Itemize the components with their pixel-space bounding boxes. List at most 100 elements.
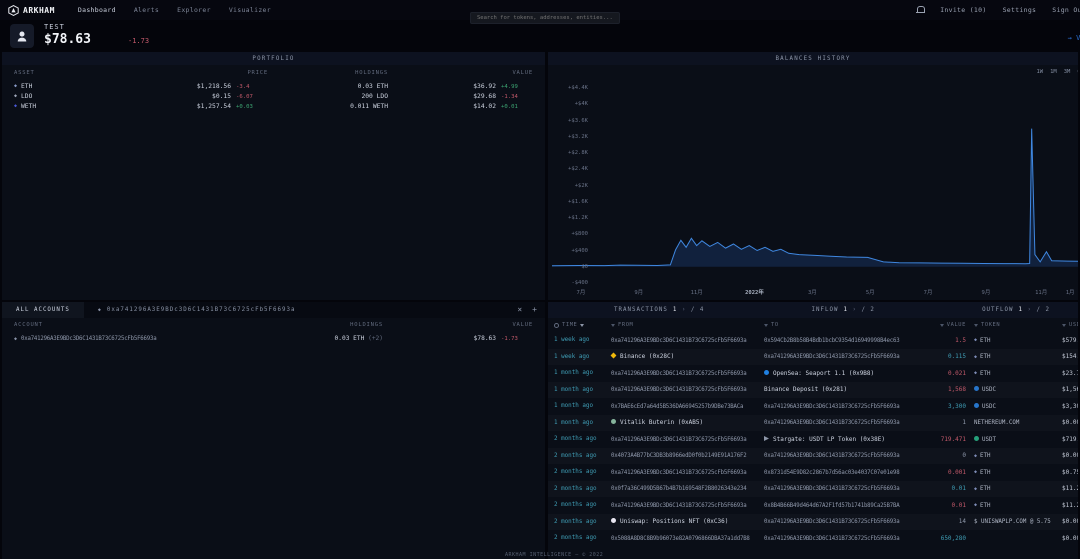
tx-time[interactable]: 2 months ago xyxy=(554,453,611,459)
tx-token[interactable]: $ UNISWAPLP.COM @ 5.75 xyxy=(974,518,1062,525)
transaction-row[interactable]: 1 week ago0xa741296A3E9BDc3D6C1431B73C67… xyxy=(548,332,1078,349)
close-tab-icon[interactable]: × xyxy=(517,306,522,314)
col-usd[interactable]: USD xyxy=(1062,322,1078,328)
col-token[interactable]: TOKEN xyxy=(974,322,1062,328)
transaction-row[interactable]: 2 months ago0xa741296A3E9BDc3D6C1431B73C… xyxy=(548,497,1078,514)
tx-token[interactable]: ◆ETH xyxy=(974,337,1062,344)
tx-from[interactable]: 0xa741296A3E9BDc3D6C1431B73C6725cFb5F669… xyxy=(611,436,764,443)
tx-time[interactable]: 2 months ago xyxy=(554,486,611,492)
col-price[interactable]: PRICE xyxy=(93,70,268,76)
balances-chart[interactable]: +$4.4K+$4K+$3.6K+$3.2K+$2.8K+$2.4K+$2K+$… xyxy=(552,66,1078,286)
col-asset[interactable]: ASSET xyxy=(14,70,93,76)
col-time[interactable]: TIME xyxy=(554,322,611,328)
transaction-row[interactable]: 1 month ago0x7BAE6cEd7a64d5B536DA6694525… xyxy=(548,398,1078,415)
tx-time[interactable]: 1 week ago xyxy=(554,337,611,343)
col-from[interactable]: FROM xyxy=(611,322,764,328)
account-address[interactable]: ◆0xa741296A3E9BDc3D6C1431B73C6725cFb5F66… xyxy=(14,335,183,342)
tx-token[interactable]: ◆ETH xyxy=(974,452,1062,459)
nav-item-visualizer[interactable]: Visualizer xyxy=(229,6,271,14)
tx-to[interactable]: 0xa741296A3E9BDc3D6C1431B73C6725cFb5F669… xyxy=(764,452,916,459)
tx-from[interactable]: Binance (0x28C) xyxy=(611,353,764,360)
tx-from[interactable]: Vitalik Buterin (0xAB5) xyxy=(611,419,764,426)
settings-button[interactable]: Settings xyxy=(1003,6,1037,14)
account-row[interactable]: ◆0xa741296A3E9BDc3D6C1431B73C6725cFb5F66… xyxy=(2,332,545,345)
tx-time[interactable]: 1 week ago xyxy=(554,354,611,360)
col-value[interactable]: VALUE xyxy=(916,322,966,328)
tx-from[interactable]: 0x0f7a36C499D5B67b4B7b169548F2B8026343e2… xyxy=(611,485,764,492)
transaction-row[interactable]: 1 month ago0xa741296A3E9BDc3D6C1431B73C6… xyxy=(548,365,1078,382)
tx-to[interactable]: 0x594Cb2B8b58B4Bdb1bcbC9354d16949998B4ec… xyxy=(764,337,916,344)
tx-time[interactable]: 2 months ago xyxy=(554,535,611,541)
transaction-row[interactable]: 1 month agoVitalik Buterin (0xAB5)0xa741… xyxy=(548,415,1078,432)
nav-item-alerts[interactable]: Alerts xyxy=(134,6,159,14)
tx-to[interactable]: 0x8731d54E9D82c2867b7d56ac03e4037C07e01e… xyxy=(764,469,916,476)
tx-token[interactable]: USDC xyxy=(974,386,1062,393)
col-holdings[interactable]: HOLDINGS xyxy=(268,70,388,76)
transaction-row[interactable]: 1 month ago0xa741296A3E9BDc3D6C1431B73C6… xyxy=(548,382,1078,399)
transaction-row[interactable]: 1 week agoBinance (0x28C)0xa741296A3E9BD… xyxy=(548,349,1078,366)
col-to[interactable]: TO xyxy=(764,322,916,328)
tx-from[interactable]: 0xa741296A3E9BDc3D6C1431B73C6725cFb5F669… xyxy=(611,370,764,377)
notifications-bell-icon[interactable] xyxy=(916,6,924,15)
tx-to[interactable]: 0xa741296A3E9BDc3D6C1431B73C6725cFb5F669… xyxy=(764,353,916,360)
arkham-logo[interactable]: ARKHAM xyxy=(8,5,55,16)
tx-to[interactable]: 0xa741296A3E9BDc3D6C1431B73C6725cFb5F669… xyxy=(764,535,916,542)
tx-from[interactable]: 0xa741296A3E9BDc3D6C1431B73C6725cFb5F669… xyxy=(611,469,764,476)
range-button-1w[interactable]: 1W xyxy=(1037,69,1044,75)
visualize-button[interactable]: → Visualize xyxy=(1068,34,1080,42)
transaction-row[interactable]: 2 months ago0xa741296A3E9BDc3D6C1431B73C… xyxy=(548,431,1078,448)
tx-to[interactable]: OpenSea: Seaport 1.1 (0x9B8) xyxy=(764,370,916,377)
transaction-row[interactable]: 2 months ago0x5088A8D8C8B9b96073e82A0796… xyxy=(548,530,1078,547)
tx-token[interactable]: NETHEREUM.COM xyxy=(974,419,1062,426)
transaction-row[interactable]: 2 months ago0x0f7a36C499D5B67b4B7b169548… xyxy=(548,481,1078,498)
tx-time[interactable]: 1 month ago xyxy=(554,420,611,426)
transaction-row[interactable]: 2 months agoUniswap: Positions NFT (0xC3… xyxy=(548,514,1078,531)
nav-item-explorer[interactable]: Explorer xyxy=(177,6,211,14)
signout-button[interactable]: Sign Out xyxy=(1052,6,1080,14)
nav-item-dashboard[interactable]: Dashboard xyxy=(78,6,116,14)
add-tab-icon[interactable]: + xyxy=(532,306,537,314)
tx-from[interactable]: 0xa741296A3E9BDc3D6C1431B73C6725cFb5F669… xyxy=(611,502,764,509)
tx-time[interactable]: 1 month ago xyxy=(554,370,611,376)
outflow-pagination[interactable]: 1 › / 2 xyxy=(1019,307,1050,313)
next-page-icon[interactable]: › xyxy=(682,307,687,313)
tx-to[interactable]: 0xa741296A3E9BDc3D6C1431B73C6725cFb5F669… xyxy=(764,419,916,426)
tx-from[interactable]: Uniswap: Positions NFT (0xC36) xyxy=(611,518,764,525)
col-holdings[interactable]: HOLDINGS xyxy=(183,322,383,328)
tx-to[interactable]: Binance Deposit (0x281) xyxy=(764,386,916,393)
col-value[interactable]: VALUE xyxy=(383,322,533,328)
tx-time[interactable]: 2 months ago xyxy=(554,519,611,525)
portfolio-row[interactable]: ◆WETH$1,257.54+0.030.011 WETH$14.02+0.01 xyxy=(2,101,545,111)
invite-button[interactable]: Invite (10) xyxy=(940,6,986,14)
tx-from[interactable]: 0x4073A4B77bC3DB3b8966edD0f0b2149E91A176… xyxy=(611,452,764,459)
tx-token[interactable]: USDT xyxy=(974,436,1062,443)
tx-from[interactable]: 0x5088A8D8C8B9b96073e82A0796866DBA37a1dd… xyxy=(611,535,764,542)
transaction-row[interactable]: 2 months ago0x4073A4B77bC3DB3b8966edD0f0… xyxy=(548,448,1078,465)
tx-time[interactable]: 1 month ago xyxy=(554,387,611,393)
col-value[interactable]: VALUE xyxy=(388,70,533,76)
tx-to[interactable]: Stargate: USDT LP Token (0x38E) xyxy=(764,436,916,443)
range-button-3m[interactable]: 3M xyxy=(1064,69,1071,75)
tx-from[interactable]: 0xa741296A3E9BDc3D6C1431B73C6725cFb5F669… xyxy=(611,337,764,344)
tx-token[interactable]: USDC xyxy=(974,403,1062,410)
tx-to[interactable]: 0xa741296A3E9BDc3D6C1431B73C6725cFb5F669… xyxy=(764,403,916,410)
tx-time[interactable]: 2 months ago xyxy=(554,436,611,442)
tx-to[interactable]: 0xa741296A3E9BDc3D6C1431B73C6725cFb5F669… xyxy=(764,485,916,492)
search-input[interactable] xyxy=(470,12,620,24)
tx-time[interactable]: 2 months ago xyxy=(554,502,611,508)
tx-token[interactable]: ◆ETH xyxy=(974,370,1062,377)
next-page-icon[interactable]: › xyxy=(1028,307,1033,313)
tx-time[interactable]: 1 month ago xyxy=(554,403,611,409)
tx-from[interactable]: 0x7BAE6cEd7a64d5B536DA66945257b9DBe73BAC… xyxy=(611,403,764,410)
tx-token[interactable]: ◆ETH xyxy=(974,485,1062,492)
range-button-6m[interactable]: 6M xyxy=(1077,69,1078,75)
tx-token[interactable]: ◆ETH xyxy=(974,469,1062,476)
tx-token[interactable]: ◆ETH xyxy=(974,502,1062,509)
tx-token[interactable]: ◆ETH xyxy=(974,353,1062,360)
transaction-row[interactable]: 2 months ago0xa741296A3E9BDc3D6C1431B73C… xyxy=(548,464,1078,481)
col-account[interactable]: ACCOUNT xyxy=(14,322,183,328)
tab-all-accounts[interactable]: ALL ACCOUNTS xyxy=(2,302,84,318)
tx-to[interactable]: 0x8B4B66B49d464d67A2F1fd57b1741b89Ca25B7… xyxy=(764,502,916,509)
transactions-pagination[interactable]: 1 › / 4 xyxy=(673,307,704,313)
tx-from[interactable]: 0xa741296A3E9BDc3D6C1431B73C6725cFb5F669… xyxy=(611,386,764,393)
